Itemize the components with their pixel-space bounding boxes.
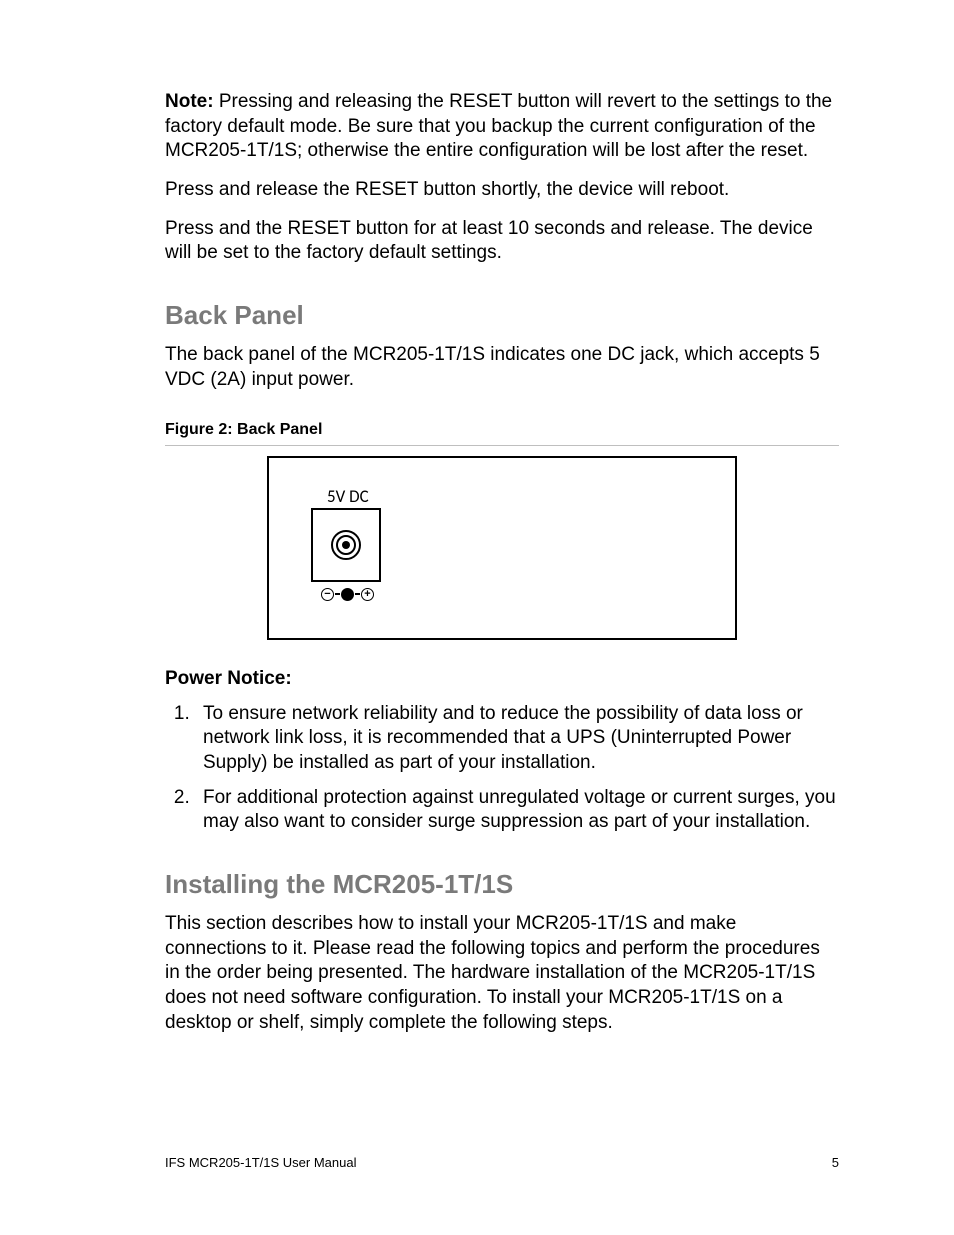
figure-rule	[165, 445, 839, 446]
figure-caption: Figure 2: Back Panel	[165, 421, 839, 439]
polarity-plus-icon: +	[361, 588, 374, 601]
polarity-minus-icon: −	[321, 588, 334, 601]
back-panel-diagram: 5V DC − +	[267, 456, 737, 640]
note-label: Note:	[165, 91, 214, 112]
back-panel-intro: The back panel of the MCR205-1T/1S indic…	[165, 343, 839, 392]
note-body: Pressing and releasing the RESET button …	[165, 91, 832, 161]
polarity-icon: − +	[321, 588, 374, 601]
polarity-center-icon	[341, 588, 354, 601]
dc-jack-frame	[311, 508, 381, 582]
footer-title: IFS MCR205-1T/1S User Manual	[165, 1155, 356, 1170]
power-notice-item-2: For additional protection against unregu…	[195, 786, 839, 835]
dc-jack-icon	[331, 530, 361, 560]
paragraph-reset-long: Press and the RESET button for at least …	[165, 217, 839, 266]
dc-label: 5V DC	[327, 486, 369, 507]
heading-installing: Installing the MCR205-1T/1S	[165, 869, 839, 900]
installing-intro: This section describes how to install yo…	[165, 912, 839, 1035]
power-notice-heading: Power Notice:	[165, 668, 839, 690]
page-footer: IFS MCR205-1T/1S User Manual 5	[165, 1155, 839, 1170]
figure-back-panel: 5V DC − +	[165, 456, 839, 640]
paragraph-reset-short: Press and release the RESET button short…	[165, 178, 839, 203]
footer-page-number: 5	[832, 1155, 839, 1170]
power-notice-list: To ensure network reliability and to red…	[165, 702, 839, 835]
note-paragraph: Note: Pressing and releasing the RESET b…	[165, 90, 839, 164]
page: Note: Pressing and releasing the RESET b…	[0, 0, 954, 1235]
heading-back-panel: Back Panel	[165, 300, 839, 331]
power-notice-item-1: To ensure network reliability and to red…	[195, 702, 839, 776]
